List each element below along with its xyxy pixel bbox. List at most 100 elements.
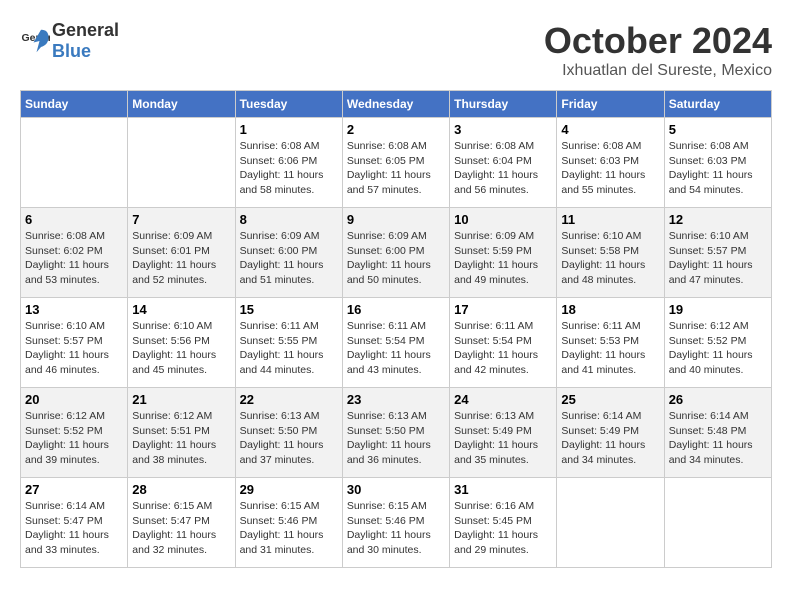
calendar-cell: 25 Sunrise: 6:14 AMSunset: 5:49 PMDayligh… bbox=[557, 388, 664, 478]
day-info: Sunrise: 6:15 AMSunset: 5:46 PMDaylight:… bbox=[240, 499, 338, 558]
day-number: 20 bbox=[25, 392, 123, 407]
calendar-cell: 1 Sunrise: 6:08 AMSunset: 6:06 PMDaylight… bbox=[235, 118, 342, 208]
calendar-cell: 10Sunrise: 6:09 AMSunset: 5:59 PMDayligh… bbox=[450, 208, 557, 298]
day-number: 4 bbox=[561, 122, 659, 137]
calendar-cell: 29 Sunrise: 6:15 AMSunset: 5:46 PMDayligh… bbox=[235, 478, 342, 568]
calendar: Sunday Monday Tuesday Wednesday Thursday… bbox=[20, 90, 772, 568]
day-info: Sunrise: 6:08 AMSunset: 6:06 PMDaylight:… bbox=[240, 139, 338, 198]
title-area: October 2024 Ixhuatlan del Sureste, Mexi… bbox=[544, 20, 772, 80]
day-number: 22 bbox=[240, 392, 338, 407]
day-info: Sunrise: 6:11 AMSunset: 5:55 PMDaylight:… bbox=[240, 319, 338, 378]
calendar-week-row: 6 Sunrise: 6:08 AMSunset: 6:02 PMDaylight… bbox=[21, 208, 772, 298]
calendar-cell: 4 Sunrise: 6:08 AMSunset: 6:03 PMDaylight… bbox=[557, 118, 664, 208]
day-number: 31 bbox=[454, 482, 552, 497]
calendar-cell: 7 Sunrise: 6:09 AMSunset: 6:01 PMDaylight… bbox=[128, 208, 235, 298]
calendar-week-row: 13Sunrise: 6:10 AMSunset: 5:57 PMDayligh… bbox=[21, 298, 772, 388]
calendar-cell: 28 Sunrise: 6:15 AMSunset: 5:47 PMDayligh… bbox=[128, 478, 235, 568]
header-wednesday: Wednesday bbox=[342, 91, 449, 118]
calendar-cell: 16 Sunrise: 6:11 AMSunset: 5:54 PMDayligh… bbox=[342, 298, 449, 388]
calendar-cell bbox=[128, 118, 235, 208]
logo-general-text: General bbox=[52, 20, 119, 40]
calendar-cell: 31 Sunrise: 6:16 AMSunset: 5:45 PMDayligh… bbox=[450, 478, 557, 568]
header-saturday: Saturday bbox=[664, 91, 771, 118]
day-number: 5 bbox=[669, 122, 767, 137]
day-number: 7 bbox=[132, 212, 230, 227]
day-info: Sunrise: 6:15 AMSunset: 5:47 PMDaylight:… bbox=[132, 499, 230, 558]
calendar-cell: 11 Sunrise: 6:10 AMSunset: 5:58 PMDayligh… bbox=[557, 208, 664, 298]
day-number: 17 bbox=[454, 302, 552, 317]
day-number: 14 bbox=[132, 302, 230, 317]
day-number: 21 bbox=[132, 392, 230, 407]
calendar-cell bbox=[664, 478, 771, 568]
day-number: 12 bbox=[669, 212, 767, 227]
logo: General General Blue bbox=[20, 20, 119, 62]
calendar-cell: 18 Sunrise: 6:11 AMSunset: 5:53 PMDayligh… bbox=[557, 298, 664, 388]
day-number: 26 bbox=[669, 392, 767, 407]
calendar-cell: 13Sunrise: 6:10 AMSunset: 5:57 PMDayligh… bbox=[21, 298, 128, 388]
header-sunday: Sunday bbox=[21, 91, 128, 118]
day-number: 10 bbox=[454, 212, 552, 227]
day-info: Sunrise: 6:10 AMSunset: 5:57 PMDaylight:… bbox=[25, 319, 123, 378]
calendar-cell: 21 Sunrise: 6:12 AMSunset: 5:51 PMDayligh… bbox=[128, 388, 235, 478]
logo-icon: General bbox=[20, 26, 50, 56]
day-info: Sunrise: 6:08 AMSunset: 6:03 PMDaylight:… bbox=[561, 139, 659, 198]
logo-blue-text: Blue bbox=[52, 41, 91, 61]
calendar-cell: 9Sunrise: 6:09 AMSunset: 6:00 PMDaylight… bbox=[342, 208, 449, 298]
day-info: Sunrise: 6:13 AMSunset: 5:49 PMDaylight:… bbox=[454, 409, 552, 468]
day-info: Sunrise: 6:12 AMSunset: 5:51 PMDaylight:… bbox=[132, 409, 230, 468]
day-info: Sunrise: 6:08 AMSunset: 6:04 PMDaylight:… bbox=[454, 139, 552, 198]
calendar-cell: 20 Sunrise: 6:12 AMSunset: 5:52 PMDayligh… bbox=[21, 388, 128, 478]
day-number: 27 bbox=[25, 482, 123, 497]
day-number: 29 bbox=[240, 482, 338, 497]
day-info: Sunrise: 6:14 AMSunset: 5:49 PMDaylight:… bbox=[561, 409, 659, 468]
calendar-cell: 2 Sunrise: 6:08 AMSunset: 6:05 PMDaylight… bbox=[342, 118, 449, 208]
header-tuesday: Tuesday bbox=[235, 91, 342, 118]
calendar-cell: 6 Sunrise: 6:08 AMSunset: 6:02 PMDaylight… bbox=[21, 208, 128, 298]
calendar-week-row: 27 Sunrise: 6:14 AMSunset: 5:47 PMDayligh… bbox=[21, 478, 772, 568]
calendar-cell: 17Sunrise: 6:11 AMSunset: 5:54 PMDayligh… bbox=[450, 298, 557, 388]
day-number: 15 bbox=[240, 302, 338, 317]
day-number: 11 bbox=[561, 212, 659, 227]
day-info: Sunrise: 6:08 AMSunset: 6:02 PMDaylight:… bbox=[25, 229, 123, 288]
day-info: Sunrise: 6:11 AMSunset: 5:53 PMDaylight:… bbox=[561, 319, 659, 378]
calendar-cell: 19Sunrise: 6:12 AMSunset: 5:52 PMDayligh… bbox=[664, 298, 771, 388]
calendar-cell: 26Sunrise: 6:14 AMSunset: 5:48 PMDayligh… bbox=[664, 388, 771, 478]
day-info: Sunrise: 6:12 AMSunset: 5:52 PMDaylight:… bbox=[669, 319, 767, 378]
day-info: Sunrise: 6:08 AMSunset: 6:05 PMDaylight:… bbox=[347, 139, 445, 198]
day-info: Sunrise: 6:10 AMSunset: 5:58 PMDaylight:… bbox=[561, 229, 659, 288]
day-number: 9 bbox=[347, 212, 445, 227]
day-info: Sunrise: 6:12 AMSunset: 5:52 PMDaylight:… bbox=[25, 409, 123, 468]
day-info: Sunrise: 6:16 AMSunset: 5:45 PMDaylight:… bbox=[454, 499, 552, 558]
calendar-cell: 27 Sunrise: 6:14 AMSunset: 5:47 PMDayligh… bbox=[21, 478, 128, 568]
day-info: Sunrise: 6:13 AMSunset: 5:50 PMDaylight:… bbox=[240, 409, 338, 468]
day-info: Sunrise: 6:13 AMSunset: 5:50 PMDaylight:… bbox=[347, 409, 445, 468]
day-number: 16 bbox=[347, 302, 445, 317]
day-info: Sunrise: 6:14 AMSunset: 5:47 PMDaylight:… bbox=[25, 499, 123, 558]
day-number: 18 bbox=[561, 302, 659, 317]
day-info: Sunrise: 6:08 AMSunset: 6:03 PMDaylight:… bbox=[669, 139, 767, 198]
calendar-cell: 22 Sunrise: 6:13 AMSunset: 5:50 PMDayligh… bbox=[235, 388, 342, 478]
day-number: 24 bbox=[454, 392, 552, 407]
day-info: Sunrise: 6:09 AMSunset: 6:01 PMDaylight:… bbox=[132, 229, 230, 288]
calendar-cell: 3Sunrise: 6:08 AMSunset: 6:04 PMDaylight… bbox=[450, 118, 557, 208]
day-number: 2 bbox=[347, 122, 445, 137]
day-number: 30 bbox=[347, 482, 445, 497]
calendar-cell: 14 Sunrise: 6:10 AMSunset: 5:56 PMDayligh… bbox=[128, 298, 235, 388]
calendar-cell: 12Sunrise: 6:10 AMSunset: 5:57 PMDayligh… bbox=[664, 208, 771, 298]
day-number: 25 bbox=[561, 392, 659, 407]
day-info: Sunrise: 6:10 AMSunset: 5:56 PMDaylight:… bbox=[132, 319, 230, 378]
day-info: Sunrise: 6:09 AMSunset: 6:00 PMDaylight:… bbox=[240, 229, 338, 288]
calendar-week-row: 20 Sunrise: 6:12 AMSunset: 5:52 PMDayligh… bbox=[21, 388, 772, 478]
day-number: 23 bbox=[347, 392, 445, 407]
day-number: 1 bbox=[240, 122, 338, 137]
header-thursday: Thursday bbox=[450, 91, 557, 118]
calendar-cell: 30Sunrise: 6:15 AMSunset: 5:46 PMDayligh… bbox=[342, 478, 449, 568]
day-number: 6 bbox=[25, 212, 123, 227]
calendar-cell bbox=[21, 118, 128, 208]
day-number: 8 bbox=[240, 212, 338, 227]
header: General General Blue October 2024 Ixhuat… bbox=[20, 20, 772, 80]
day-number: 28 bbox=[132, 482, 230, 497]
calendar-cell: 24 Sunrise: 6:13 AMSunset: 5:49 PMDayligh… bbox=[450, 388, 557, 478]
month-title: October 2024 bbox=[544, 20, 772, 62]
day-info: Sunrise: 6:11 AMSunset: 5:54 PMDaylight:… bbox=[347, 319, 445, 378]
